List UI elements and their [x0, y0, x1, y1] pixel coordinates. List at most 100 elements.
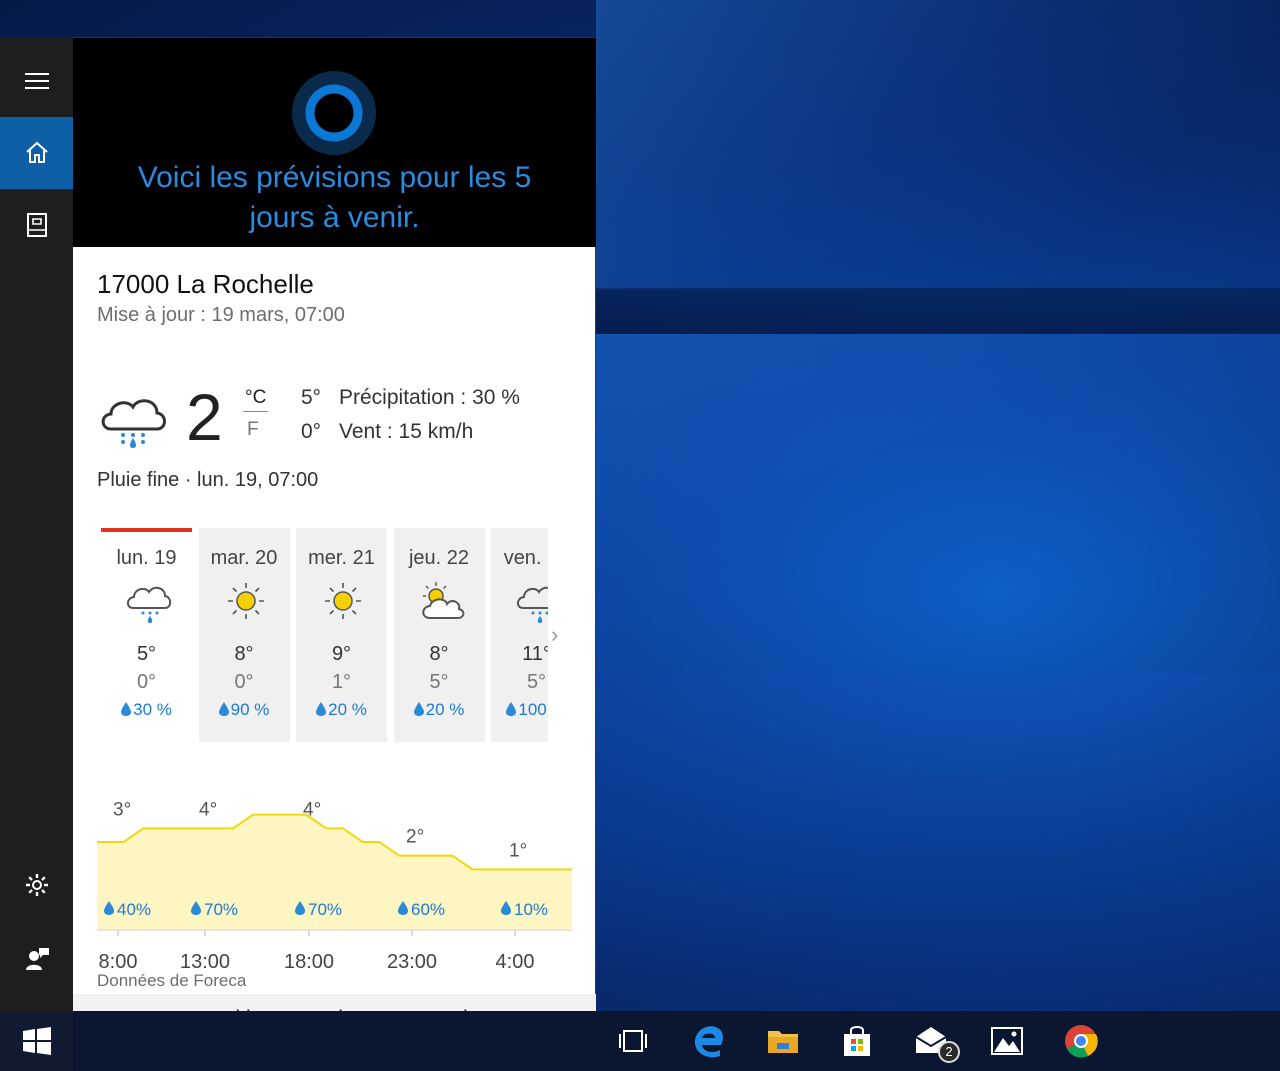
day-name: mar. 20: [210, 547, 278, 569]
day-low: 5°: [429, 671, 449, 693]
day-name: mer. 21: [308, 547, 375, 569]
chevron-right-icon[interactable]: ›: [551, 622, 558, 648]
cortana-message: Voici les prévisions pour les 5 jours à …: [137, 161, 532, 234]
data-source[interactable]: Données de Foreca: [97, 971, 246, 991]
settings-button[interactable]: [0, 849, 73, 921]
day-high: 8°: [234, 643, 254, 665]
hourly-temp-label: 4°: [199, 799, 217, 820]
hourly-time-label: 4:00: [496, 951, 535, 973]
day-card[interactable]: mer. 21 9° 1° 20 %: [296, 528, 387, 742]
mail-button[interactable]: 2: [894, 1011, 968, 1071]
hourly-forecast-chart: 3° 4° 4° 2° 1° 40% 70% 70% 60% 10% 8:00 13:00 18:00 2…: [97, 799, 572, 973]
day-card[interactable]: mar. 20 8° 0° 90 %: [198, 528, 290, 742]
hourly-time-label: 23:00: [387, 951, 437, 973]
hourly-time-label: 8:00: [99, 951, 138, 973]
location-name[interactable]: 17000 La Rochelle: [97, 269, 314, 300]
fahrenheit-toggle[interactable]: F: [247, 419, 259, 441]
rain-cloud-icon: [126, 586, 172, 623]
day-precip-value: 90 %: [230, 700, 270, 719]
wallpaper-light-beam: [596, 334, 1280, 674]
hamburger-menu-button[interactable]: [0, 45, 73, 117]
home-icon: [25, 141, 48, 163]
day-precip: 100 %: [491, 700, 548, 720]
hamburger-icon: [24, 73, 49, 89]
hourly-temp-label: 4°: [303, 799, 321, 820]
day-precip-value: 30 %: [133, 700, 172, 719]
day-name: jeu. 22: [408, 547, 470, 569]
today-low: 0°: [301, 420, 322, 443]
day-high: 11°: [522, 643, 548, 665]
hourly-temp-label: 3°: [113, 799, 131, 820]
photos-button[interactable]: [970, 1011, 1044, 1071]
edge-icon: [694, 1026, 723, 1058]
rain-cloud-icon: [101, 399, 166, 448]
sun-icon: [325, 583, 361, 619]
raindrop-icon: [413, 702, 424, 716]
windows-logo-icon: [23, 1027, 51, 1055]
day-card[interactable]: lun. 19 5° 0° 30 %: [101, 528, 192, 742]
day-card[interactable]: ven. 23 11° 5° 100 %: [491, 528, 548, 742]
raindrop-icon: [218, 702, 229, 716]
daily-forecast-strip: lun. 19 5° 0° 30 % mar. 20 8° 0° 90 % mer. 21 9° 1…: [101, 528, 548, 742]
feedback-person-icon: [25, 948, 49, 970]
updated-time: Mise à jour : 19 mars, 07:00: [97, 304, 345, 326]
wallpaper-light-beam: [596, 674, 1280, 1004]
day-name: lun. 19: [116, 547, 177, 569]
chrome-button[interactable]: [1044, 1011, 1118, 1071]
partly-cloudy-icon: [421, 582, 464, 619]
wind-value: Vent : 15 km/h: [339, 420, 474, 443]
precipitation-value: Précipitation : 30 %: [339, 386, 520, 409]
hourly-time-label: 13:00: [180, 951, 230, 973]
day-name: ven. 23: [503, 547, 548, 569]
day-low: 1°: [331, 671, 352, 693]
feedback-button[interactable]: [0, 923, 73, 995]
day-precip-value: 20 %: [328, 700, 367, 719]
task-view-icon: [619, 1030, 647, 1052]
cortana-panel: Voici les prévisions pour les 5 jours à …: [73, 37, 596, 1011]
hourly-precip-value: 70%: [308, 900, 342, 919]
wallpaper-light-beam: [596, 0, 1280, 290]
day-precip-value: 20 %: [425, 700, 465, 719]
day-low: 0°: [136, 671, 157, 693]
day-low: 0°: [234, 671, 254, 693]
current-temperature: 2: [186, 380, 223, 454]
task-view-button[interactable]: [596, 1011, 670, 1071]
gear-icon: [25, 874, 48, 896]
day-low: 5°: [526, 671, 547, 693]
day-precip: 20 %: [296, 700, 387, 720]
raindrop-icon: [506, 702, 517, 716]
hourly-precip-value: 40%: [117, 900, 151, 919]
hourly-temp-label: 2°: [406, 827, 424, 848]
sun-icon: [227, 583, 264, 619]
notebook-button[interactable]: [0, 189, 73, 261]
taskbar: 2: [0, 1011, 1280, 1071]
mail-unread-badge: 2: [938, 1041, 960, 1063]
store-button[interactable]: [820, 1011, 894, 1071]
edge-browser-button[interactable]: [672, 1011, 746, 1071]
day-card[interactable]: jeu. 22 8° 5° 20 %: [393, 528, 485, 742]
cortana-nav-rail: [0, 37, 73, 1011]
store-bag-icon: [844, 1026, 870, 1056]
start-button[interactable]: [0, 1011, 73, 1071]
chrome-icon: [1065, 1025, 1098, 1058]
day-precip: 20 %: [394, 700, 485, 720]
today-high: 5°: [301, 386, 322, 409]
file-explorer-button[interactable]: [746, 1011, 820, 1071]
folder-icon: [768, 1031, 798, 1053]
cortana-header: Voici les prévisions pour les 5 jours à …: [73, 37, 596, 247]
day-precip-value: 100 %: [518, 700, 548, 719]
celsius-toggle[interactable]: °C: [243, 387, 269, 412]
home-button[interactable]: [0, 117, 73, 189]
wallpaper-dark-band: [596, 288, 1280, 334]
rain-cloud-icon: [516, 586, 548, 623]
raindrop-icon: [316, 702, 327, 716]
cortana-circle-icon: [292, 71, 376, 155]
hourly-temp-label: 1°: [509, 840, 527, 861]
hourly-time-label: 18:00: [284, 951, 334, 973]
day-precip: 90 %: [199, 700, 290, 720]
photos-icon: [991, 1027, 1023, 1055]
day-high: 8°: [429, 643, 449, 665]
day-precip: 30 %: [101, 700, 192, 720]
notebook-icon: [26, 213, 47, 237]
weather-condition: Pluie fine · lun. 19, 07:00: [97, 469, 319, 491]
